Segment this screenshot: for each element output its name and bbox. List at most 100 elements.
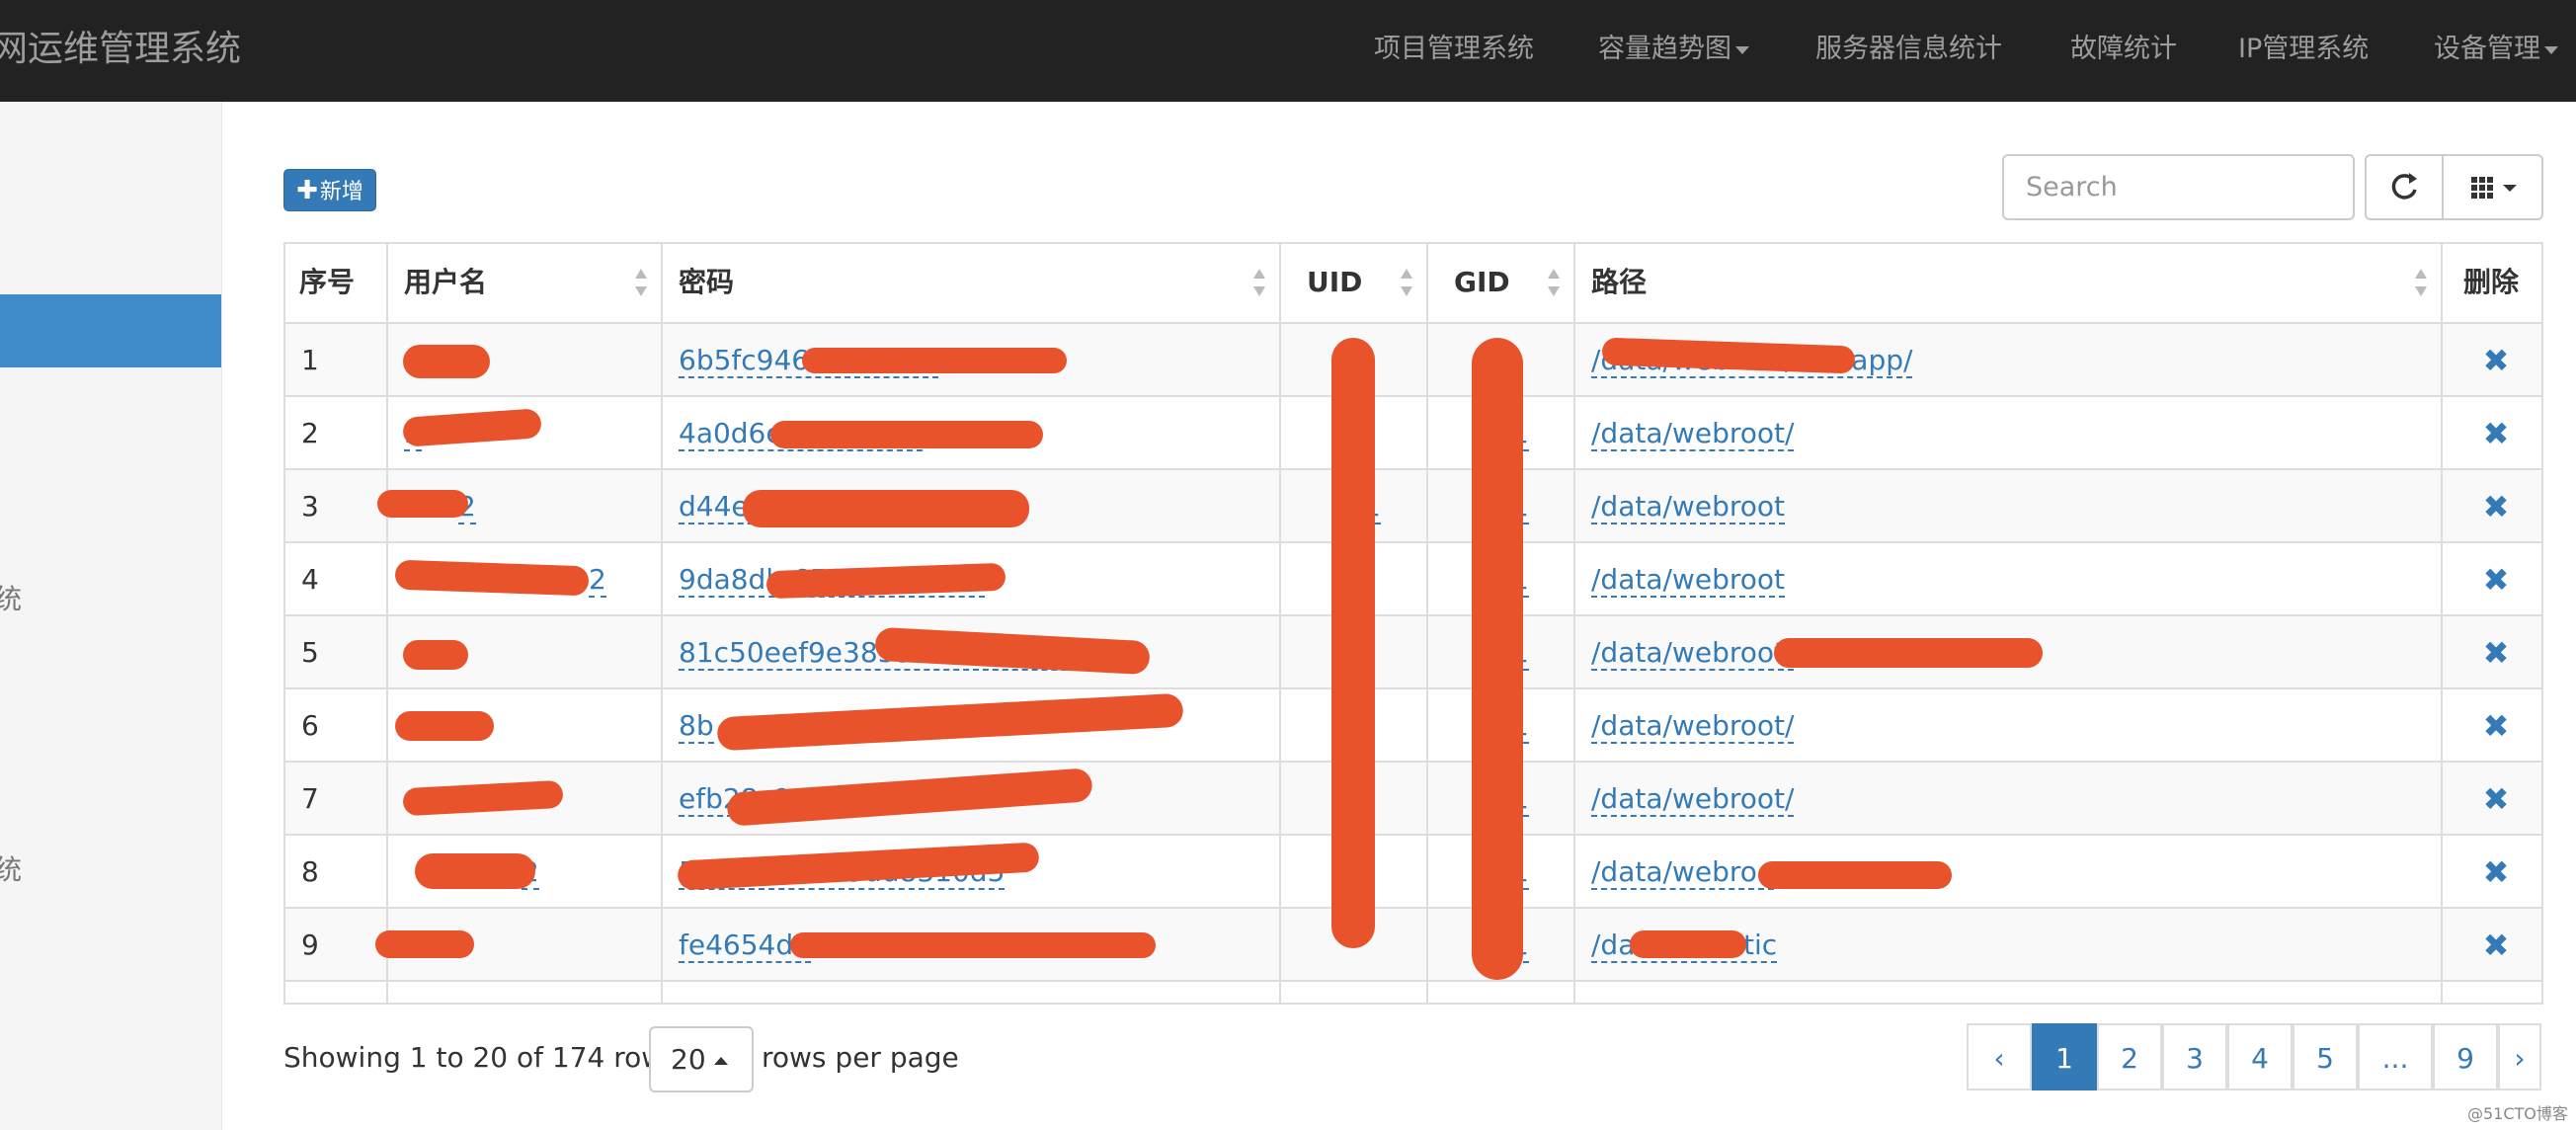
sidebar-item-label[interactable]: 统 — [0, 578, 22, 617]
sidebar-item-label[interactable]: 统 — [0, 848, 22, 888]
redaction-mark — [743, 490, 1029, 527]
path-link[interactable]: /data/webroo — [1591, 855, 1774, 890]
cell-path[interactable]: /data/webroot — [1591, 543, 1785, 616]
redaction-mark — [1758, 861, 1952, 889]
redaction-mark — [1630, 930, 1746, 958]
sort-icon[interactable] — [1253, 269, 1265, 298]
redaction-mark — [1472, 338, 1523, 980]
redaction-mark — [415, 853, 535, 889]
cell-index: 4 — [301, 563, 319, 596]
columns-toggle-button[interactable] — [2442, 154, 2543, 220]
pagination-next[interactable]: › — [2498, 1023, 2541, 1090]
delete-icon[interactable]: ✖ — [2466, 543, 2526, 616]
redaction-mark — [375, 930, 474, 958]
cell-path[interactable]: /data/webroot/ — [1591, 689, 1795, 763]
table-divider — [283, 980, 2543, 982]
pagination-ellipsis[interactable]: ... — [2358, 1023, 2433, 1090]
table-row-bg — [285, 616, 2541, 687]
redaction-mark — [395, 711, 494, 741]
column-header-uid[interactable]: UID — [1307, 242, 1362, 323]
redaction-mark — [403, 640, 468, 670]
caret-down-icon — [1735, 45, 1749, 54]
pagination-page-3[interactable]: 3 — [2162, 1023, 2227, 1090]
delete-icon[interactable]: ✖ — [2466, 909, 2526, 982]
delete-icon[interactable]: ✖ — [2466, 836, 2526, 909]
redaction-mark — [1774, 638, 2043, 668]
pagination-prev[interactable]: ‹ — [1967, 1023, 2032, 1090]
delete-icon[interactable]: ✖ — [2466, 763, 2526, 836]
nav-item-capacity-trend[interactable]: 容量趋势图 — [1598, 20, 1749, 79]
delete-icon[interactable]: ✖ — [2466, 616, 2526, 689]
pagination-page-4[interactable]: 4 — [2227, 1023, 2293, 1090]
redaction-mark — [403, 345, 490, 378]
sidebar — [0, 102, 222, 1130]
cell-index: 9 — [301, 928, 319, 961]
cell-path[interactable]: /data/webroot — [1591, 470, 1785, 543]
column-header-password[interactable]: 密码 — [679, 242, 734, 323]
sort-icon[interactable] — [2415, 269, 2427, 298]
redaction-mark — [377, 490, 468, 518]
path-link[interactable]: /data/webroot/ — [1591, 782, 1795, 817]
path-link[interactable]: /data/webroot/ — [1591, 636, 1795, 671]
table-row-bg — [285, 470, 2541, 541]
table-col-divider — [1573, 242, 1575, 1005]
cell-path[interactable]: /data/webroot/ — [1591, 397, 1795, 470]
table-divider — [283, 541, 2543, 543]
caret-up-icon — [713, 1057, 728, 1065]
nav-item-label: 设备管理 — [2434, 34, 2540, 64]
pagination-page-1[interactable]: 1 — [2032, 1023, 2097, 1090]
refresh-button[interactable] — [2365, 154, 2444, 220]
table-divider — [283, 395, 2543, 397]
path-link[interactable]: /data/webroot/ — [1591, 709, 1795, 744]
caret-down-icon — [2503, 185, 2517, 192]
column-header-username[interactable]: 用户名 — [404, 242, 487, 323]
delete-icon[interactable]: ✖ — [2466, 397, 2526, 470]
redaction-mark — [1331, 338, 1375, 948]
cell-path[interactable]: /data/webroot/ — [1591, 616, 1795, 689]
username-link[interactable]: 2 — [589, 563, 606, 598]
path-link[interactable]: /data/webroot/ — [1591, 417, 1795, 451]
sort-icon[interactable] — [1548, 269, 1560, 298]
table-divider — [283, 907, 2543, 909]
brand-title[interactable]: 网运维管理系统 — [0, 20, 241, 79]
password-link[interactable]: 8b — [679, 709, 714, 744]
cell-path[interactable]: /data/webroot/ — [1591, 763, 1795, 836]
add-button[interactable]: ✚新增 — [283, 169, 376, 211]
pagination-page-2[interactable]: 2 — [2097, 1023, 2162, 1090]
sort-icon[interactable] — [1401, 269, 1412, 298]
page-size-select[interactable]: 20 — [649, 1026, 754, 1092]
sidebar-item-active[interactable] — [0, 294, 221, 367]
delete-icon[interactable]: ✖ — [2466, 689, 2526, 763]
pagination-info: Showing 1 to 20 of 174 rows — [283, 1041, 679, 1074]
cell-path[interactable]: /data/webroo — [1591, 836, 1774, 909]
delete-icon[interactable]: ✖ — [2466, 324, 2526, 397]
table-divider — [283, 468, 2543, 470]
path-link[interactable]: /data/webroot — [1591, 563, 1785, 598]
sort-icon[interactable] — [635, 269, 647, 298]
caret-down-icon — [2544, 45, 2558, 54]
top-navbar: 网运维管理系统 项目管理系统 容量趋势图 服务器信息统计 故障统计 IP管理系统… — [0, 0, 2576, 102]
cell-username[interactable]: 2 — [589, 543, 606, 616]
table-divider — [283, 614, 2543, 616]
nav-item-fault-stats[interactable]: 故障统计 — [2070, 20, 2177, 79]
column-header-path[interactable]: 路径 — [1591, 242, 1647, 323]
cell-index: 5 — [301, 636, 319, 669]
search-input[interactable] — [2002, 154, 2355, 220]
nav-item-ip-management[interactable]: IP管理系统 — [2238, 20, 2369, 79]
page-size-value: 20 — [671, 1043, 706, 1076]
delete-icon[interactable]: ✖ — [2466, 470, 2526, 543]
table-col-divider — [386, 242, 388, 1005]
nav-item-server-info[interactable]: 服务器信息统计 — [1815, 20, 2002, 79]
pagination-page-5[interactable]: 5 — [2293, 1023, 2358, 1090]
nav-item-label: 容量趋势图 — [1598, 34, 1731, 64]
nav-item-project-management[interactable]: 项目管理系统 — [1374, 20, 1534, 79]
nav-item-device-management[interactable]: 设备管理 — [2434, 20, 2558, 79]
cell-index: 7 — [301, 782, 319, 815]
redaction-mark — [790, 932, 1156, 958]
cell-index: 8 — [301, 855, 319, 888]
column-header-gid[interactable]: GID — [1454, 242, 1510, 323]
path-link[interactable]: /data/webroot — [1591, 490, 1785, 525]
pagination-page-9[interactable]: 9 — [2433, 1023, 2498, 1090]
cell-password[interactable]: 8b — [679, 689, 714, 763]
columns-icon — [2471, 177, 2517, 199]
